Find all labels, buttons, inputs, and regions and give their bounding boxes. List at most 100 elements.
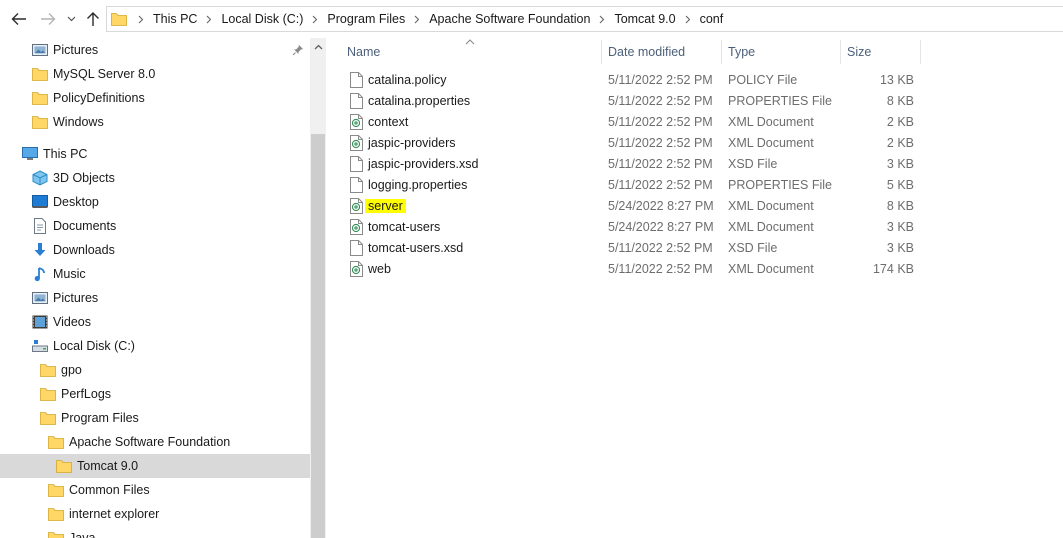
file-date-modified: 5/11/2022 2:52 PM: [608, 114, 713, 129]
file-name: server: [365, 195, 406, 216]
nav-item[interactable]: Program Files: [0, 406, 310, 430]
address-bar[interactable]: This PC Local Disk (C:) Program Files Apach…: [106, 6, 1063, 32]
breadcrumb-item[interactable]: Program Files: [325, 7, 407, 31]
folder-icon: [40, 362, 56, 378]
nav-item[interactable]: MySQL Server 8.0: [0, 62, 310, 86]
column-header-date[interactable]: Date modified: [602, 40, 722, 64]
xml-file-icon: [349, 111, 363, 132]
file-list-pane: Name Date modified Type Size catalina.po…: [326, 38, 1063, 538]
file-name: jaspic-providers.xsd: [368, 153, 478, 174]
up-button[interactable]: [84, 9, 102, 29]
nav-item-label: Program Files: [61, 411, 139, 425]
nav-item[interactable]: Windows: [0, 110, 310, 134]
music-icon: [32, 266, 48, 282]
file-row[interactable]: jaspic-providers.xsd 5/11/2022 2:52 PM XSD…: [345, 153, 925, 174]
documents-icon: [32, 218, 48, 234]
xml-file-icon: [349, 195, 363, 216]
breadcrumb-item[interactable]: Local Disk (C:): [219, 7, 305, 31]
nav-item[interactable]: Tomcat 9.0: [0, 454, 310, 478]
breadcrumb-chevron-icon[interactable]: [131, 15, 151, 24]
file-row[interactable]: server 5/24/2022 8:27 PM XML Document 8 KB: [345, 195, 925, 216]
breadcrumb-item[interactable]: Apache Software Foundation: [427, 7, 592, 31]
file-name: tomcat-users: [368, 216, 440, 237]
file-icon: [349, 153, 363, 174]
breadcrumb-chevron-icon[interactable]: [678, 15, 698, 24]
breadcrumb-chevron-icon[interactable]: [199, 15, 219, 24]
pin-icon[interactable]: [292, 44, 304, 59]
scroll-up-arrow-icon[interactable]: [310, 38, 326, 55]
folder-icon: [56, 458, 72, 474]
nav-item[interactable]: This PC: [0, 142, 310, 166]
nav-item[interactable]: Downloads: [0, 238, 310, 262]
downloads-icon: [32, 242, 48, 258]
column-header-name[interactable]: Name: [340, 40, 602, 64]
file-type: XML Document: [728, 198, 814, 213]
breadcrumb-label: Local Disk (C:): [221, 12, 304, 26]
drive-icon: [32, 338, 48, 354]
nav-item[interactable]: Videos: [0, 310, 310, 334]
forward-button[interactable]: [38, 9, 58, 29]
file-row[interactable]: context 5/11/2022 2:52 PM XML Document 2 KB: [345, 111, 925, 132]
nav-item[interactable]: Apache Software Foundation: [0, 430, 310, 454]
file-name-text: tomcat-users.xsd: [368, 240, 464, 255]
folder-icon: [111, 12, 127, 26]
file-date-modified: 5/11/2022 2:52 PM: [608, 72, 713, 87]
scrollbar-thumb[interactable]: [311, 134, 325, 538]
file-name-text: logging.properties: [368, 177, 468, 192]
file-row[interactable]: web 5/11/2022 2:52 PM XML Document 174 KB: [345, 258, 925, 279]
file-size: 8 KB: [886, 198, 914, 213]
navigation-scrollbar[interactable]: [310, 38, 326, 538]
nav-item[interactable]: Common Files: [0, 478, 310, 502]
navigation-pane: Pictures MySQL Server 8.0 PolicyDefinition…: [0, 38, 326, 538]
nav-item[interactable]: Music: [0, 262, 310, 286]
column-date-label: Date modified: [608, 45, 686, 59]
nav-item[interactable]: gpo: [0, 358, 310, 382]
nav-item[interactable]: Desktop: [0, 190, 310, 214]
file-type: XML Document: [728, 261, 814, 276]
file-type: POLICY File: [728, 72, 798, 87]
breadcrumb-chevron-icon[interactable]: [407, 15, 427, 24]
column-header-size[interactable]: Size: [841, 40, 921, 64]
column-header-type[interactable]: Type: [722, 40, 841, 64]
file-date-modified: 5/11/2022 2:52 PM: [608, 156, 713, 171]
nav-item[interactable]: Java: [0, 526, 310, 538]
pictures-icon: [32, 290, 48, 306]
file-name: catalina.policy: [368, 69, 447, 90]
nav-item[interactable]: PolicyDefinitions: [0, 86, 310, 110]
file-type: XSD File: [728, 240, 778, 255]
nav-item-label: Local Disk (C:): [53, 339, 135, 353]
folder-icon: [40, 386, 56, 402]
file-name: catalina.properties: [368, 90, 470, 111]
file-date-modified: 5/11/2022 2:52 PM: [608, 93, 713, 108]
file-row[interactable]: catalina.policy 5/11/2022 2:52 PM POLICY F…: [345, 69, 925, 90]
nav-item[interactable]: PerfLogs: [0, 382, 310, 406]
file-row[interactable]: jaspic-providers 5/11/2022 2:52 PM XML Doc…: [345, 132, 925, 153]
file-date-modified: 5/11/2022 2:52 PM: [608, 177, 713, 192]
recent-locations-button[interactable]: [64, 9, 78, 29]
file-row[interactable]: logging.properties 5/11/2022 2:52 PM PROPE…: [345, 174, 925, 195]
file-row[interactable]: tomcat-users 5/24/2022 8:27 PM XML Documen…: [345, 216, 925, 237]
file-row[interactable]: tomcat-users.xsd 5/11/2022 2:52 PM XSD Fil…: [345, 237, 925, 258]
nav-item[interactable]: Local Disk (C:): [0, 334, 310, 358]
nav-item[interactable]: Documents: [0, 214, 310, 238]
folder-icon: [48, 506, 64, 522]
breadcrumb-label: Apache Software Foundation: [429, 12, 591, 26]
breadcrumb-chevron-icon[interactable]: [305, 15, 325, 24]
nav-item-label: Desktop: [53, 195, 99, 209]
breadcrumb-item[interactable]: Tomcat 9.0: [612, 7, 677, 31]
breadcrumb-label: Tomcat 9.0: [614, 12, 676, 26]
breadcrumb-item[interactable]: This PC: [151, 7, 199, 31]
file-size: 8 KB: [886, 93, 914, 108]
nav-item-label: Videos: [53, 315, 91, 329]
nav-item[interactable]: internet explorer: [0, 502, 310, 526]
file-icon: [349, 69, 363, 90]
nav-item[interactable]: Pictures: [0, 286, 310, 310]
breadcrumb-item[interactable]: conf: [698, 7, 726, 31]
file-row[interactable]: catalina.properties 5/11/2022 2:52 PM PROP…: [345, 90, 925, 111]
file-size: 3 KB: [886, 219, 914, 234]
back-button[interactable]: [9, 9, 29, 29]
file-size: 3 KB: [886, 240, 914, 255]
breadcrumb-chevron-icon[interactable]: [592, 15, 612, 24]
nav-item[interactable]: 3D Objects: [0, 166, 310, 190]
nav-item[interactable]: Pictures: [0, 38, 310, 62]
